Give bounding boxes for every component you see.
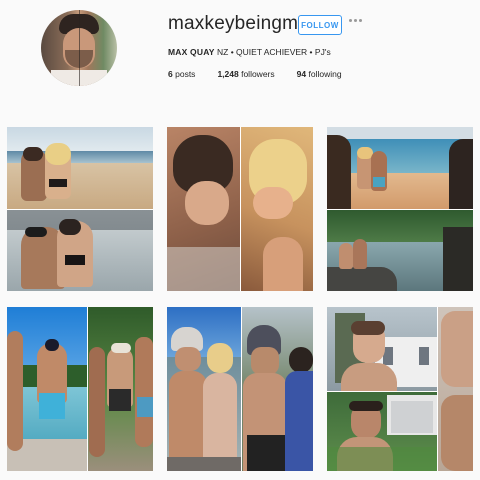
post-pool-friends-collage[interactable] [7,307,153,471]
followers-stat[interactable]: 1,248 followers [217,69,274,79]
bio-text: NZ • QUIET ACHIEVER • PJ's [214,47,331,57]
follow-button[interactable]: FOLLOW [298,15,342,35]
post-rocky-coast-collage[interactable] [327,127,473,291]
posts-label: posts [175,69,196,79]
profile-username: maxkeybeingme [168,13,309,34]
bio-name: MAX QUAY [168,47,215,57]
post-beanie-group-collage[interactable] [167,307,313,471]
followers-label: followers [241,69,275,79]
following-label: following [308,69,342,79]
posts-stat: 6 posts [168,69,195,79]
post-beach-couple-collage[interactable] [7,127,153,291]
following-stat[interactable]: 94 following [297,69,342,79]
profile-stats: 6 posts 1,248 followers 94 following [168,69,364,79]
followers-count: 1,248 [217,69,239,79]
post-selfie-house-collage[interactable] [327,307,473,471]
posts-count: 6 [168,69,173,79]
profile-bio: MAX QUAY NZ • QUIET ACHIEVER • PJ's [168,47,331,57]
following-count: 94 [296,69,307,79]
avatar-split-line [79,10,80,86]
profile-avatar[interactable] [41,10,117,86]
more-horizontal-icon[interactable] [349,19,362,22]
post-couple-closeup-collage[interactable] [167,127,313,291]
